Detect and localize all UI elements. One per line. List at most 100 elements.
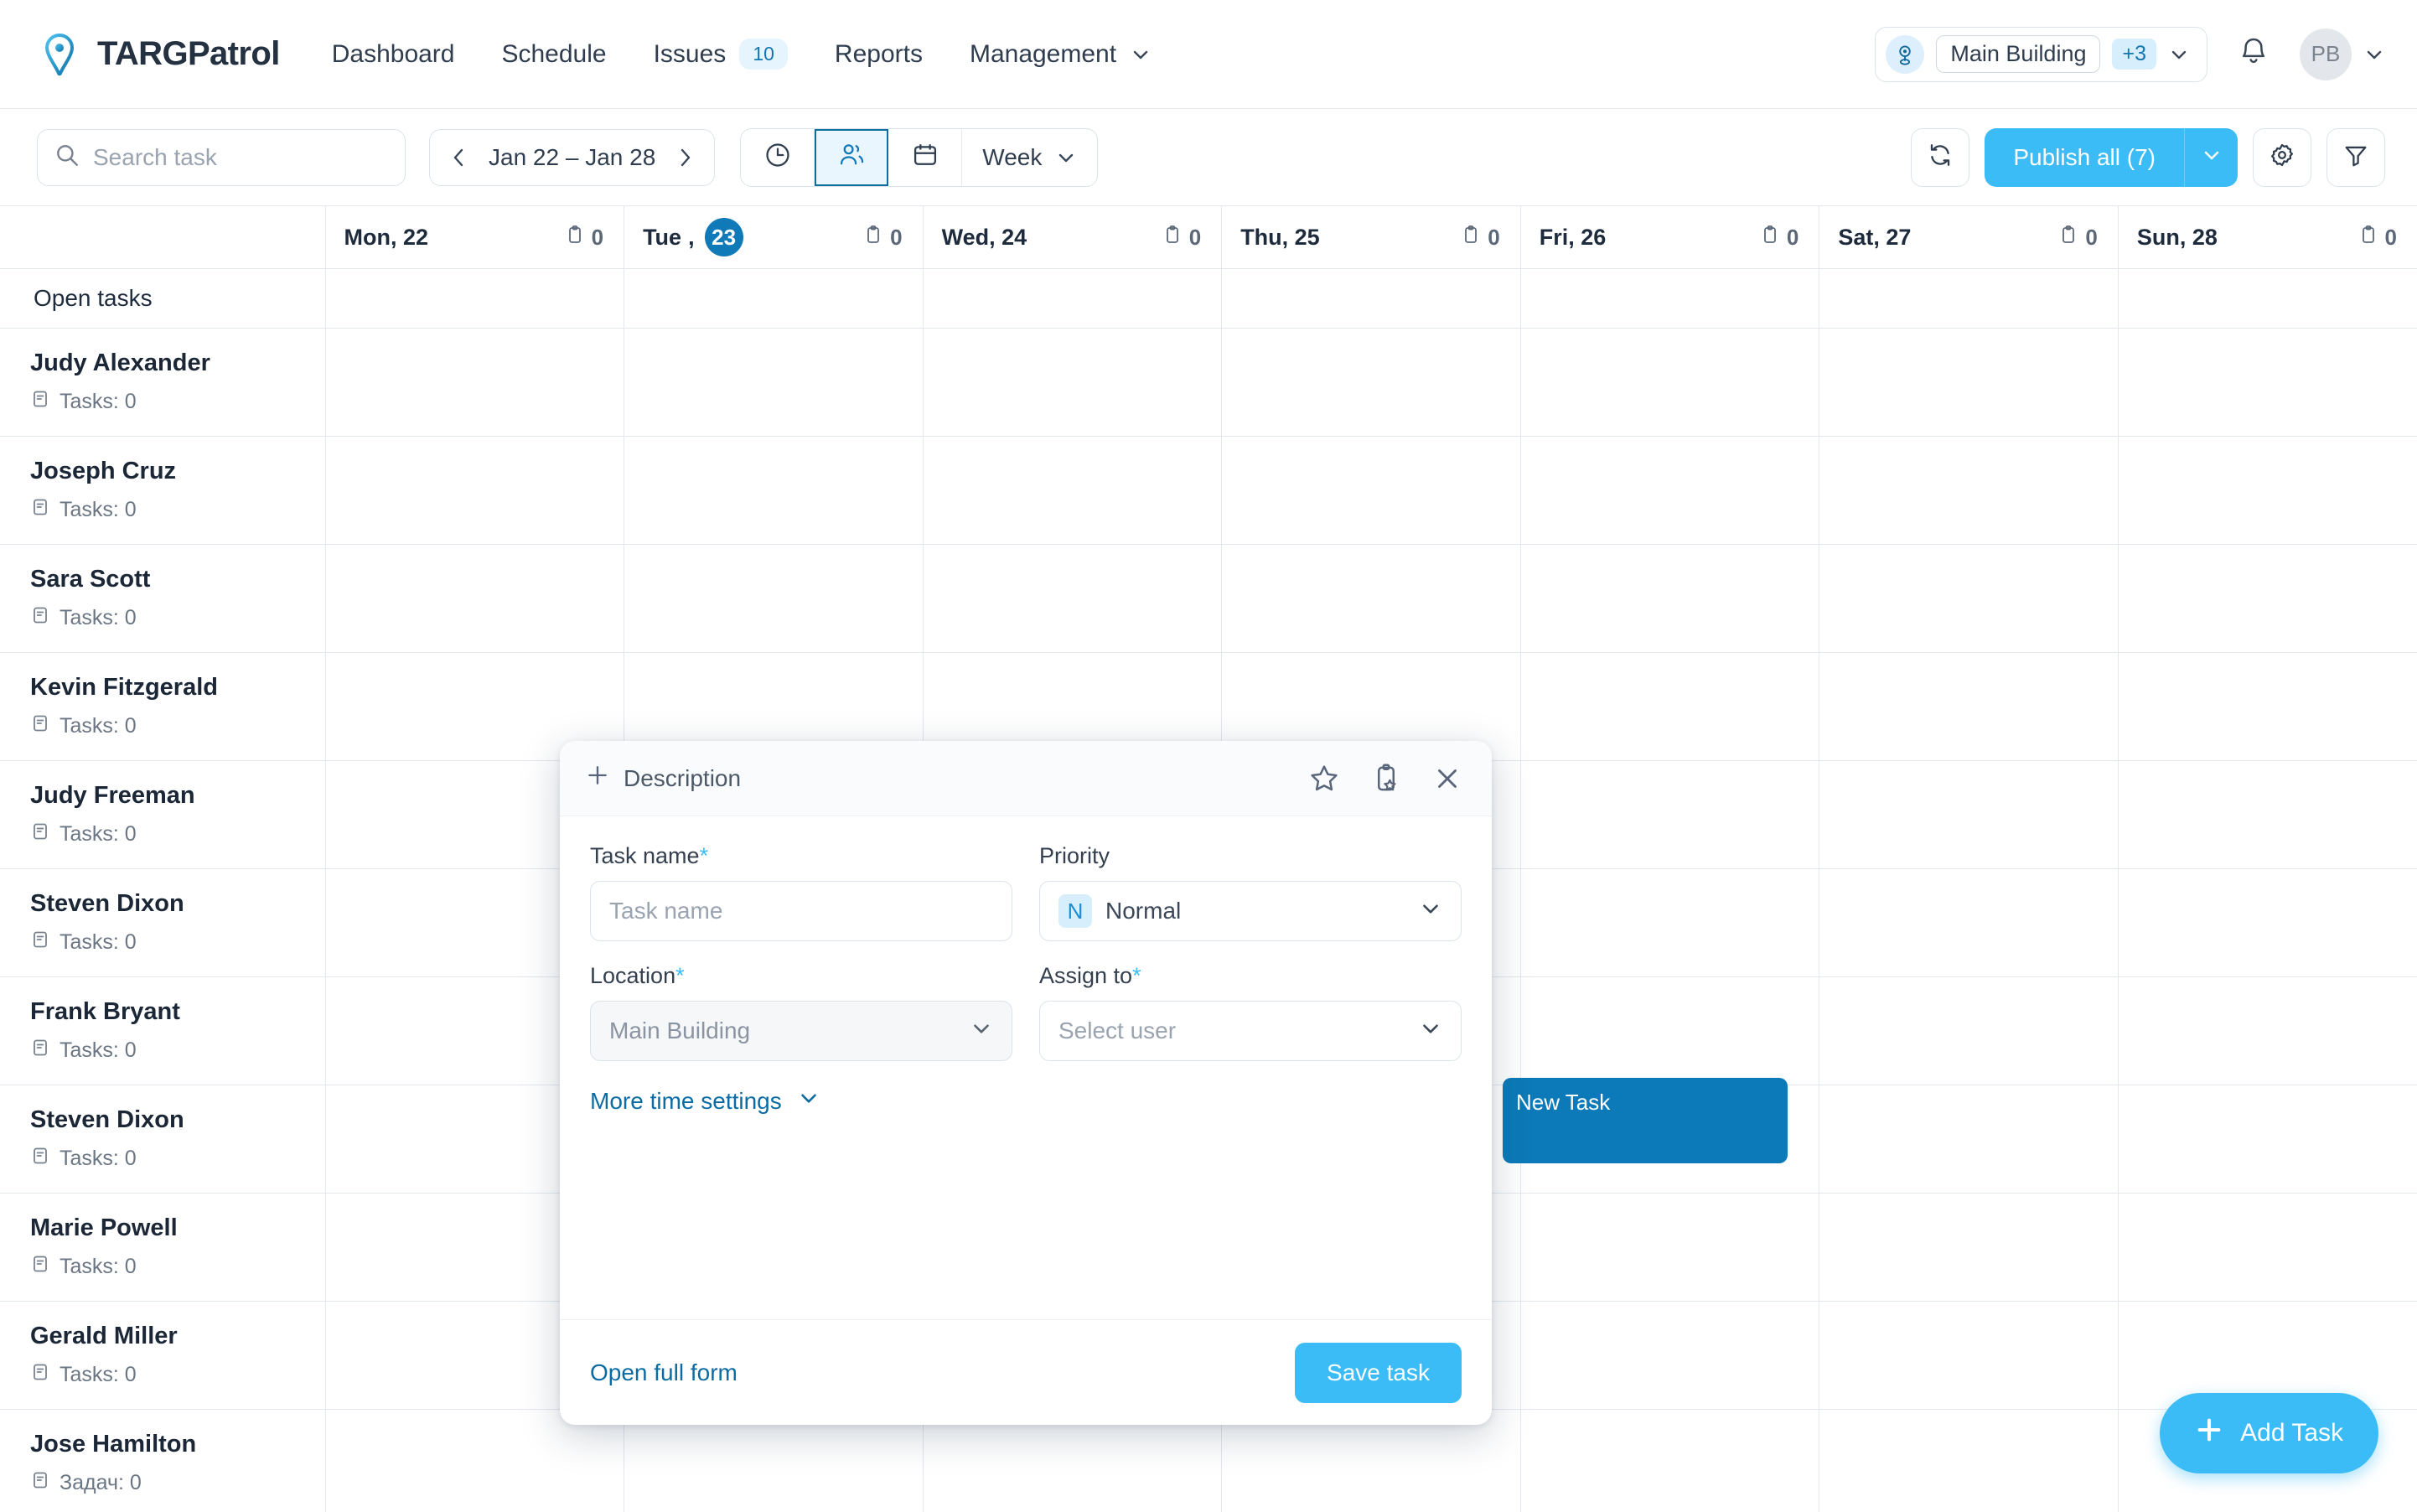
day-cell[interactable] (1819, 1085, 2119, 1194)
save-task-button[interactable]: Save task (1295, 1342, 1462, 1403)
person-cell[interactable]: Steven Dixon Tasks: 0 (0, 1085, 326, 1194)
day-header-tue[interactable]: Tue, 23 0 (624, 206, 924, 269)
day-cell[interactable] (1819, 868, 2119, 977)
person-cell[interactable]: Gerald Miller Tasks: 0 (0, 1301, 326, 1410)
day-header-mon[interactable]: Mon, 22 0 (324, 206, 625, 269)
star-icon[interactable] (1307, 762, 1341, 795)
day-cell[interactable] (1519, 868, 1820, 977)
day-cell[interactable] (1221, 328, 1521, 437)
date-range-selector[interactable]: Jan 22 – Jan 28 (429, 128, 716, 186)
day-cell[interactable] (1819, 652, 2119, 761)
day-cell[interactable] (1819, 1409, 2119, 1512)
clipboard-star-icon[interactable] (1369, 762, 1403, 795)
priority-select[interactable]: N Normal (1039, 881, 1462, 941)
day-cell[interactable] (1819, 976, 2119, 1085)
day-cell[interactable] (1819, 436, 2119, 545)
more-time-settings-toggle[interactable]: More time settings (590, 1086, 1462, 1116)
day-cell[interactable] (1819, 760, 2119, 869)
day-cell[interactable] (922, 328, 1223, 437)
user-menu[interactable]: PB (2300, 28, 2385, 80)
view-timeline-button[interactable] (741, 128, 815, 186)
day-cell[interactable] (1519, 1301, 1820, 1410)
day-header-wed[interactable]: Wed, 24 0 (922, 206, 1223, 269)
open-full-form-link[interactable]: Open full form (590, 1359, 738, 1386)
person-cell[interactable]: Marie Powell Tasks: 0 (0, 1193, 326, 1302)
person-cell[interactable]: Judy Alexander Tasks: 0 (0, 328, 326, 437)
day-cell[interactable] (1221, 544, 1521, 653)
day-cell[interactable] (922, 544, 1223, 653)
day-cell[interactable] (2117, 1193, 2417, 1302)
close-icon[interactable] (1431, 763, 1463, 795)
add-description-button[interactable]: Description (585, 763, 741, 794)
add-task-fab[interactable]: Add Task (2160, 1393, 2378, 1473)
location-selector[interactable]: Main Building +3 (1875, 26, 2207, 82)
filter-button[interactable] (2326, 127, 2385, 187)
open-tasks-day-cell[interactable] (922, 268, 1223, 329)
day-cell[interactable] (2117, 436, 2417, 545)
open-tasks-day-cell[interactable] (1519, 268, 1820, 329)
day-cell[interactable] (1519, 652, 1820, 761)
day-cell[interactable] (1519, 1193, 1820, 1302)
day-cell[interactable] (1819, 544, 2119, 653)
open-tasks-day-cell[interactable] (2117, 268, 2417, 329)
search-input[interactable] (93, 143, 388, 171)
day-header-thu[interactable]: Thu, 25 0 (1221, 206, 1521, 269)
view-people-button[interactable] (815, 128, 889, 186)
day-cell[interactable] (1819, 328, 2119, 437)
day-cell[interactable] (1819, 1193, 2119, 1302)
view-calendar-button[interactable] (888, 128, 963, 186)
day-header-fri[interactable]: Fri, 26 0 (1519, 206, 1820, 269)
previous-week-icon[interactable] (448, 147, 470, 168)
day-cell[interactable] (2117, 976, 2417, 1085)
person-cell[interactable]: Sara Scott Tasks: 0 (0, 544, 326, 653)
nav-item-issues[interactable]: Issues 10 (654, 39, 788, 70)
day-cell[interactable] (624, 544, 924, 653)
publish-options-button[interactable] (2184, 127, 2238, 187)
day-cell[interactable] (2117, 760, 2417, 869)
nav-item-dashboard[interactable]: Dashboard (332, 40, 455, 69)
person-cell[interactable]: Frank Bryant Tasks: 0 (0, 976, 326, 1085)
open-tasks-cell[interactable]: Open tasks (0, 268, 326, 329)
day-cell[interactable] (1519, 760, 1820, 869)
day-cell[interactable] (324, 544, 625, 653)
search-box[interactable] (37, 128, 406, 186)
day-cell[interactable] (324, 328, 625, 437)
open-tasks-day-cell[interactable] (1819, 268, 2119, 329)
person-cell[interactable]: Judy Freeman Tasks: 0 (0, 760, 326, 869)
day-cell[interactable] (2117, 868, 2417, 977)
location-select[interactable]: Main Building (590, 1001, 1012, 1061)
day-cell[interactable] (1519, 544, 1820, 653)
person-cell[interactable]: Steven Dixon Tasks: 0 (0, 868, 326, 977)
open-tasks-day-cell[interactable] (624, 268, 924, 329)
open-tasks-day-cell[interactable] (1221, 268, 1521, 329)
day-cell[interactable] (2117, 544, 2417, 653)
day-cell[interactable] (624, 436, 924, 545)
nav-item-reports[interactable]: Reports (835, 40, 923, 69)
period-select[interactable]: Week (962, 129, 1097, 186)
day-cell[interactable] (2117, 328, 2417, 437)
assign-to-select[interactable]: Select user (1039, 1001, 1462, 1061)
brand[interactable]: TARGPatrol (37, 32, 280, 77)
day-cell[interactable] (624, 328, 924, 437)
day-cell[interactable] (1519, 436, 1820, 545)
task-name-input[interactable]: Task name (590, 881, 1012, 941)
day-header-sun[interactable]: Sun, 28 0 (2117, 206, 2417, 269)
day-cell[interactable] (922, 436, 1223, 545)
nav-item-schedule[interactable]: Schedule (501, 40, 606, 69)
day-cell[interactable] (1519, 976, 1820, 1085)
day-cell[interactable] (1221, 436, 1521, 545)
settings-button[interactable] (2253, 127, 2311, 187)
day-cell[interactable] (1819, 1301, 2119, 1410)
next-week-icon[interactable] (674, 147, 696, 168)
nav-item-management[interactable]: Management (970, 40, 1152, 69)
person-cell[interactable]: Jose Hamilton Задач: 0 (0, 1409, 326, 1512)
refresh-button[interactable] (1911, 127, 1970, 187)
open-tasks-day-cell[interactable] (324, 268, 625, 329)
day-cell[interactable] (2117, 652, 2417, 761)
day-cell[interactable] (1519, 1409, 1820, 1512)
day-cell[interactable] (324, 436, 625, 545)
day-header-sat[interactable]: Sat, 27 0 (1819, 206, 2119, 269)
person-cell[interactable]: Kevin Fitzgerald Tasks: 0 (0, 652, 326, 761)
day-cell[interactable] (1519, 328, 1820, 437)
task-block-new-task[interactable]: New Task (1503, 1078, 1788, 1163)
